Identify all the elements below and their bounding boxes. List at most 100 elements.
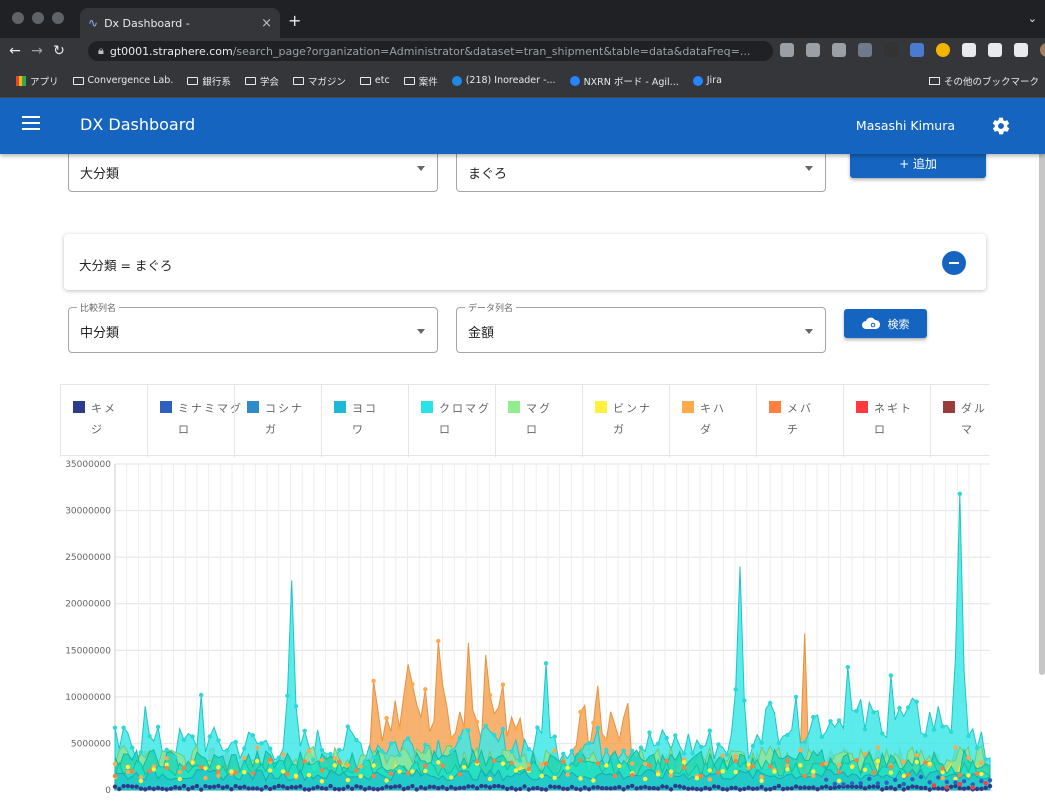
search-button[interactable]: 検索 xyxy=(844,309,927,338)
star-icon[interactable] xyxy=(832,43,846,57)
close-icon[interactable]: × xyxy=(261,16,272,31)
legend-item[interactable]: メバチ xyxy=(756,385,843,457)
data-point-kimeji xyxy=(319,786,325,791)
data-point-kihada xyxy=(836,762,842,767)
data-point-kuromaguro xyxy=(673,733,678,738)
data-point-kihada xyxy=(811,773,816,778)
data-point-minami xyxy=(987,778,993,783)
bookmark-folder[interactable]: 案件 xyxy=(403,74,438,88)
browser-tab[interactable]: ∿ Dx Dashboard - × xyxy=(80,8,280,38)
scrollbar[interactable] xyxy=(1039,125,1045,675)
data-point-kimeji xyxy=(224,784,230,789)
data-point-mebachi xyxy=(888,764,894,770)
data-point-kimeji xyxy=(186,787,191,792)
data-point-binnaga xyxy=(875,758,881,764)
data-point-binnaga xyxy=(681,759,687,765)
data-point-kuromaguro xyxy=(483,723,488,729)
data-point-minami xyxy=(832,781,837,787)
reload-icon[interactable]: ↻ xyxy=(48,43,70,59)
sidebar-icon[interactable] xyxy=(1014,43,1028,57)
remove-condition-button[interactable] xyxy=(942,251,966,275)
data-point-binnaga xyxy=(358,774,363,779)
bookmark-inoreader[interactable]: (218) Inoreader -... xyxy=(451,75,556,86)
bookmark-folder[interactable]: 銀行系 xyxy=(187,74,231,88)
data-point-kimeji xyxy=(181,783,187,789)
data-point-kihada xyxy=(643,761,648,766)
data-point-kimeji xyxy=(255,786,260,791)
menu-icon[interactable] xyxy=(22,116,40,130)
data-point-kimeji xyxy=(371,786,376,792)
key-icon[interactable] xyxy=(780,43,794,57)
data-point-kimeji xyxy=(974,786,980,792)
address-bar[interactable]: 🔒︎ gt0001.straphere.com /search_page?org… xyxy=(88,41,773,61)
legend-label: ロ xyxy=(439,423,452,436)
extension-icons xyxy=(780,43,1045,57)
extension-icon[interactable] xyxy=(858,43,872,57)
data-point-kimeji xyxy=(630,783,635,789)
data-point-kihada xyxy=(177,769,182,775)
data-point-kuromaguro xyxy=(768,700,773,706)
legend-item[interactable]: ミナミマグロ xyxy=(147,385,241,457)
legend-label: ダル xyxy=(961,402,987,415)
data-point-mebachi xyxy=(216,769,221,775)
gear-icon[interactable] xyxy=(991,116,1011,136)
puzzle-icon[interactable] xyxy=(988,43,1002,57)
extension-icon[interactable] xyxy=(910,43,924,57)
chevron-down-icon[interactable]: ⌄ xyxy=(1028,12,1037,25)
window-close-button[interactable] xyxy=(12,12,24,24)
forward-arrow-icon[interactable]: → xyxy=(26,43,48,59)
bookmark-other[interactable]: その他のブックマーク xyxy=(928,74,1039,88)
reading-list-icon[interactable] xyxy=(962,43,976,57)
new-tab-button[interactable]: + xyxy=(288,13,301,29)
legend-item[interactable]: ヨコワ xyxy=(321,385,408,457)
user-name[interactable]: Masashi Kimura xyxy=(856,118,955,133)
data-point-mebachi xyxy=(509,760,514,766)
data-point-mebachi xyxy=(630,772,635,778)
share-icon[interactable] xyxy=(806,43,820,57)
data-point-kuromaguro xyxy=(586,740,592,746)
data-point-kimeji xyxy=(479,783,484,789)
bookmark-folder[interactable]: 学会 xyxy=(244,74,279,88)
legend-item[interactable]: キメジ xyxy=(60,385,147,457)
extension-icon[interactable] xyxy=(884,43,898,57)
extension-icon[interactable] xyxy=(936,43,950,57)
bookmark-folder[interactable]: マガジン xyxy=(292,74,346,88)
data-point-kihada xyxy=(436,638,441,644)
window-maximize-button[interactable] xyxy=(52,12,64,24)
data-point-kuromaguro xyxy=(854,708,859,714)
data-point-mebachi xyxy=(199,764,204,770)
data-point-kimeji xyxy=(401,786,406,792)
data-point-minami xyxy=(884,780,889,785)
legend-item[interactable]: コシナガ xyxy=(234,385,321,457)
legend-item[interactable]: クロマグロ xyxy=(408,385,495,457)
bookmark-folder[interactable]: Convergence Lab. xyxy=(72,75,173,86)
avatar[interactable] xyxy=(1040,43,1045,57)
data-point-kimeji xyxy=(505,786,510,792)
data-point-kihada xyxy=(474,719,480,725)
window-minimize-button[interactable] xyxy=(32,12,44,24)
data-point-kimeji xyxy=(349,786,355,791)
legend-item[interactable]: ネギトロ xyxy=(843,385,930,457)
data-point-kimeji xyxy=(552,784,557,790)
data-point-kuromaguro xyxy=(311,757,316,762)
compare-column-select[interactable]: 比較列名 中分類 xyxy=(68,301,438,353)
legend-swatch xyxy=(508,401,520,413)
data-point-kimeji xyxy=(341,786,346,792)
data-point-mebachi xyxy=(716,770,721,775)
data-column-select[interactable]: データ列名 金額 xyxy=(456,301,826,353)
data-point-kihada xyxy=(371,678,376,684)
legend-item[interactable]: ダルマ xyxy=(930,385,990,457)
bookmark-jira[interactable]: Jira xyxy=(692,75,722,86)
legend-item[interactable]: マグロ xyxy=(495,385,582,457)
back-arrow-icon[interactable]: ← xyxy=(4,43,26,59)
legend-item[interactable]: キハダ xyxy=(669,385,756,457)
legend-item[interactable]: ビンナガ xyxy=(582,385,669,457)
data-point-kimeji xyxy=(461,785,467,790)
data-point-kimeji xyxy=(720,786,725,792)
data-point-kihada xyxy=(785,763,790,768)
bookmark-nxrn[interactable]: NXRN ボード - Agil... xyxy=(569,74,679,88)
data-point-kihada xyxy=(979,760,984,765)
bookmark-apps[interactable]: アプリ xyxy=(16,74,59,88)
data-point-binnaga xyxy=(733,769,738,775)
bookmark-folder[interactable]: etc xyxy=(359,75,390,86)
